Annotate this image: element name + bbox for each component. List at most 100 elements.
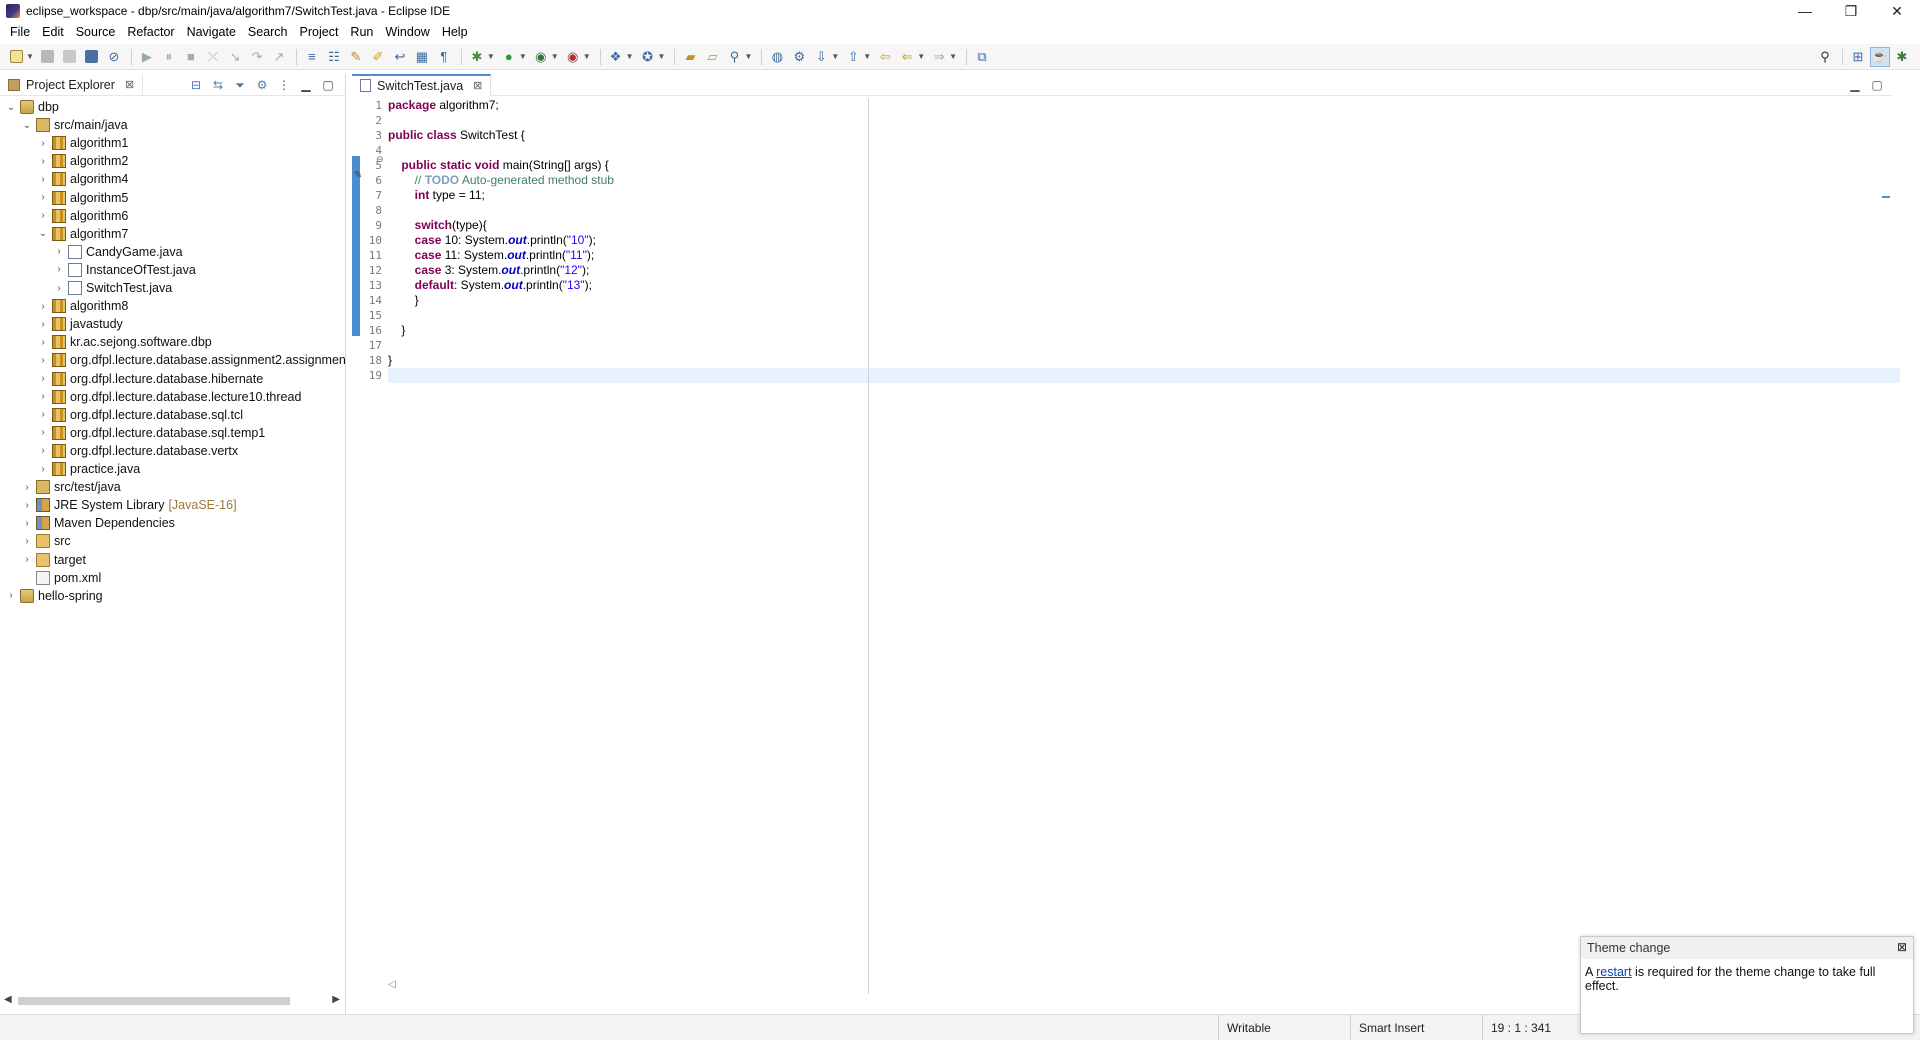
chevron-right-icon[interactable]: › bbox=[4, 590, 18, 601]
tree-item[interactable]: › SwitchTest.java bbox=[52, 279, 172, 297]
menu-project[interactable]: Project bbox=[294, 22, 345, 42]
open-type-icon[interactable]: ▰ bbox=[680, 47, 700, 67]
chevron-right-icon[interactable]: › bbox=[20, 536, 34, 547]
tree-item[interactable]: › algorithm2 bbox=[36, 152, 128, 170]
chevron-right-icon[interactable]: › bbox=[52, 264, 66, 275]
cursor-position-status[interactable]: 19 : 1 : 341 bbox=[1482, 1015, 1582, 1040]
code-line[interactable]: switch(type){ bbox=[388, 218, 487, 233]
tree-item[interactable]: › org.dfpl.lecture.database.lecture10.thr… bbox=[36, 388, 301, 406]
collapse-all-icon[interactable]: ⊟ bbox=[187, 76, 205, 94]
step-into-icon[interactable]: ↘ bbox=[225, 47, 245, 67]
highlight-icon[interactable]: ✐ bbox=[368, 47, 388, 67]
tree-item[interactable]: ⌄ src/main/java bbox=[20, 116, 128, 134]
tree-item[interactable]: › algorithm6 bbox=[36, 207, 128, 225]
search-toolbar-icon[interactable]: ⚲ bbox=[724, 47, 744, 67]
menu-navigate[interactable]: Navigate bbox=[181, 22, 242, 42]
close-icon[interactable]: ⊠ bbox=[473, 79, 482, 92]
tree-item[interactable]: › algorithm1 bbox=[36, 134, 128, 152]
previous-annotation-icon[interactable]: ⇧ bbox=[843, 47, 863, 67]
close-icon[interactable]: ⊠ bbox=[1897, 940, 1907, 954]
tree-item[interactable]: › Maven Dependencies bbox=[20, 514, 175, 532]
tree-item[interactable]: › kr.ac.sejong.software.dbp bbox=[36, 333, 212, 351]
chevron-right-icon[interactable]: › bbox=[36, 174, 50, 185]
new-java-class-icon[interactable]: ✪ bbox=[638, 47, 658, 67]
resume-icon[interactable]: ▶ bbox=[137, 47, 157, 67]
chevron-right-icon[interactable]: › bbox=[52, 246, 66, 257]
skip-breakpoints-icon[interactable]: ⊘ bbox=[104, 47, 124, 67]
terminate-icon[interactable]: ■ bbox=[181, 47, 201, 67]
chevron-right-icon[interactable]: › bbox=[36, 373, 50, 384]
chevron-right-icon[interactable]: › bbox=[36, 337, 50, 348]
toggle-breadcrumb-icon[interactable]: ☷ bbox=[324, 47, 344, 67]
code-line[interactable]: case 10: System.out.println("10"); bbox=[388, 233, 596, 248]
code-line[interactable]: public static void main(String[] args) { bbox=[388, 158, 608, 173]
chevron-right-icon[interactable]: › bbox=[20, 482, 34, 493]
code-line[interactable]: public class SwitchTest { bbox=[388, 128, 525, 143]
last-edit-icon[interactable]: ⇦ bbox=[875, 47, 895, 67]
chevron-down-icon[interactable]: ⌄ bbox=[20, 120, 34, 131]
chevron-right-icon[interactable]: › bbox=[36, 355, 50, 366]
tree-item[interactable]: › JRE System Library [JavaSE-16] bbox=[20, 496, 237, 514]
chevron-right-icon[interactable]: › bbox=[36, 301, 50, 312]
terminal-icon[interactable] bbox=[82, 47, 102, 67]
tree-item[interactable]: pom.xml bbox=[20, 569, 101, 587]
tree-item[interactable]: › org.dfpl.lecture.database.sql.temp1 bbox=[36, 424, 265, 442]
maximize-editor-icon[interactable]: ▢ bbox=[1866, 78, 1888, 92]
pin-editor-icon[interactable]: ⚙ bbox=[789, 47, 809, 67]
new-icon[interactable] bbox=[6, 47, 26, 67]
mark-occurrences-icon[interactable]: ✎ bbox=[346, 47, 366, 67]
chevron-right-icon[interactable]: › bbox=[36, 192, 50, 203]
explorer-horizontal-scrollbar[interactable]: ◀ ▶ bbox=[4, 994, 340, 1008]
minimize-button[interactable]: — bbox=[1782, 0, 1828, 22]
code-line[interactable]: ​ bbox=[388, 368, 1900, 383]
chevron-right-icon[interactable]: › bbox=[20, 518, 34, 529]
code-line[interactable]: int type = 11; bbox=[388, 188, 485, 203]
close-icon[interactable]: ⊠ bbox=[125, 78, 134, 91]
chevron-right-icon[interactable]: › bbox=[20, 554, 34, 565]
menu-file[interactable]: File bbox=[4, 22, 36, 42]
coverage-icon[interactable]: ◉ bbox=[531, 47, 551, 67]
tree-item[interactable]: › InstanceOfTest.java bbox=[52, 261, 196, 279]
restore-button[interactable]: ❐ bbox=[1828, 0, 1874, 22]
debug-icon[interactable]: ✱ bbox=[467, 47, 487, 67]
tree-item[interactable]: › src bbox=[20, 532, 71, 550]
chevron-down-icon[interactable]: ⌄ bbox=[4, 102, 18, 113]
tree-item[interactable]: › algorithm5 bbox=[36, 189, 128, 207]
scroll-right-icon[interactable]: ▶ bbox=[332, 994, 340, 1005]
code-editor[interactable]: ⊖ ✎ 1 2 3 4 5 6 7 8 9 10 11 12 13 14 15 16 17 18 19 packag… bbox=[352, 98, 1900, 994]
step-return-icon[interactable]: ↗ bbox=[269, 47, 289, 67]
chevron-right-icon[interactable]: › bbox=[36, 409, 50, 420]
menu-help[interactable]: Help bbox=[436, 22, 474, 42]
chevron-right-icon[interactable]: › bbox=[36, 464, 50, 475]
disconnect-icon[interactable]: ⤫ bbox=[203, 47, 223, 67]
menu-search[interactable]: Search bbox=[242, 22, 294, 42]
tree-item[interactable]: › src/test/java bbox=[20, 478, 121, 496]
open-perspective-icon[interactable]: ⧉ bbox=[972, 47, 992, 67]
chevron-right-icon[interactable]: › bbox=[36, 319, 50, 330]
chevron-right-icon[interactable]: › bbox=[52, 283, 66, 294]
save-all-icon[interactable] bbox=[60, 47, 80, 67]
code-line[interactable]: default: System.out.println("13"); bbox=[388, 278, 592, 293]
menu-edit[interactable]: Edit bbox=[36, 22, 70, 42]
tree-item[interactable]: › org.dfpl.lecture.database.hibernate bbox=[36, 370, 263, 388]
step-over-icon[interactable]: ↷ bbox=[247, 47, 267, 67]
java-perspective-icon[interactable]: ☕ bbox=[1870, 47, 1890, 67]
minimize-editor-icon[interactable]: ▁ bbox=[1844, 78, 1866, 92]
block-selection-icon[interactable]: ▦ bbox=[412, 47, 432, 67]
filter-icon[interactable]: ⏷ bbox=[231, 76, 249, 94]
show-whitespace-icon[interactable]: ¶ bbox=[434, 47, 454, 67]
chevron-right-icon[interactable]: › bbox=[36, 445, 50, 456]
search-icon[interactable]: ⚲ bbox=[1815, 47, 1835, 67]
code-line[interactable]: case 11: System.out.println("11"); bbox=[388, 248, 595, 263]
tree-item[interactable]: › CandyGame.java bbox=[52, 243, 183, 261]
open-task-icon[interactable]: ▱ bbox=[702, 47, 722, 67]
minimize-view-icon[interactable]: ▁ bbox=[297, 76, 315, 94]
forward-icon[interactable]: ⇒ bbox=[929, 47, 949, 67]
tree-item[interactable]: › hello-spring bbox=[4, 587, 103, 605]
tree-item[interactable]: › target bbox=[20, 551, 86, 569]
menu-window[interactable]: Window bbox=[379, 22, 435, 42]
close-window-button[interactable]: ✕ bbox=[1874, 0, 1920, 22]
code-line[interactable]: // TODO Auto-generated method stub bbox=[388, 173, 614, 188]
scroll-left-icon[interactable]: ◁ bbox=[388, 979, 396, 990]
perspective-switch-icon[interactable]: ⊞ bbox=[1848, 47, 1868, 67]
